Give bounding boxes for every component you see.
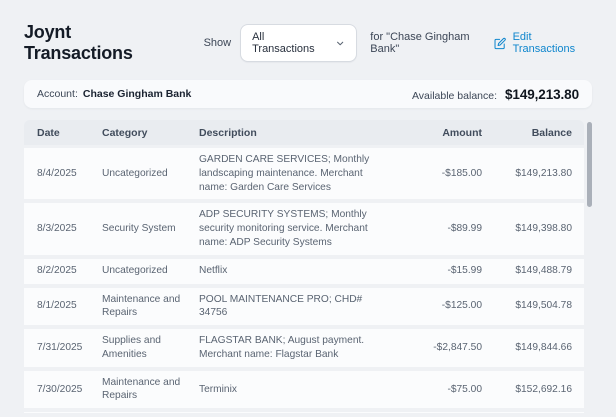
table-row[interactable]: 8/2/2025 Uncategorized Netflix -$15.99 $149,… [24,258,584,284]
table-row[interactable]: 8/4/2025 Uncategorized GARDEN CARE SERVICE… [24,148,584,200]
table-cell-date: 8/2/2025 [37,265,77,277]
table-cell-date: 8/3/2025 [37,223,77,235]
table-row[interactable]: 7/29/2025Trash RemovalWaste Management-$… [24,412,584,413]
table-cell-description: Netflix [199,265,228,277]
column-header-balance: Balance [531,126,572,139]
table-cell-description: POOL MAINTENANCE PRO; CHD# 34756 [199,293,363,319]
transactions-table: Date Category Description Amount Balance… [24,120,592,413]
table-cell-description: GARDEN CARE SERVICES; Monthly landscapin… [199,154,370,193]
table-cell-category: Uncategorized [102,167,168,179]
page-title: Joynt Transactions [24,22,133,63]
table-cell-date: 7/31/2025 [37,342,83,353]
show-label: Show [203,37,232,49]
page-header: Joynt Transactions Show All Transactions… [0,0,616,64]
account-summary-bar: Account: Chase Gingham Bank Available ba… [24,80,592,108]
table-cell-balance: $149,844.66 [515,342,572,353]
for-account-text: for "Chase Gingham Bank" [370,31,470,55]
table-cell-amount: -$15.99 [447,265,482,277]
table-cell-amount: -$89.99 [447,223,482,235]
table-body: 8/4/2025 Uncategorized GARDEN CARE SERVICE… [24,148,584,413]
table-cell-description: FLAGSTAR BANK; August payment. Merchant … [199,335,365,360]
table-cell-category: Security System [102,223,176,235]
table-cell-balance: $149,398.80 [515,223,572,235]
table-cell-amount: -$75.00 [447,383,482,395]
table-row[interactable]: 8/3/2025 Security System ADP SECURITY SYST… [24,203,584,255]
table-cell-category: Uncategorized [102,265,168,277]
table-cell-date: 7/30/2025 [37,383,83,395]
table-row[interactable]: 8/1/2025 Maintenance and Repairs POOL MAIN… [24,287,584,326]
table-header-row: Date Category Description Amount Balance [24,120,584,145]
chevron-down-icon [335,38,345,49]
column-header-category: Category [102,126,148,139]
table-cell-category: Supplies and Amenities [102,335,161,360]
table-scrollbar-thumb[interactable] [587,122,592,207]
transactions-filter-dropdown[interactable]: All Transactions [240,24,358,62]
account-label: Account: [37,88,78,100]
column-header-date: Date [37,126,60,139]
transactions-filter-selected-value: All Transactions [252,31,315,55]
table-row[interactable]: 7/31/2025 Supplies and Amenities FLAGSTAR … [24,329,584,367]
column-header-amount: Amount [442,126,482,139]
table-cell-category: Maintenance and Repairs [102,376,181,402]
table-cell-amount: -$185.00 [441,167,482,179]
table-cell-date: 8/4/2025 [37,167,77,179]
column-header-description: Description [199,126,257,139]
table-cell-balance: $152,692.16 [515,383,572,395]
table-cell-balance: $149,488.79 [515,265,572,277]
pencil-square-icon [494,37,507,50]
edit-transactions-label: Edit Transactions [512,31,576,55]
available-balance-label: Available balance: [411,89,498,102]
edit-transactions-link[interactable]: Edit Transactions [494,31,592,55]
table-cell-balance: $149,213.80 [515,167,572,179]
account-name: Chase Gingham Bank [82,88,192,100]
table-cell-amount: -$2,847.50 [433,342,482,353]
table-cell-category: Maintenance and Repairs [102,293,181,319]
table-cell-description: Terminix [199,383,237,395]
table-scrollbar-track[interactable] [586,120,592,413]
table-cell-balance: $149,504.78 [515,300,572,312]
table-cell-date: 8/1/2025 [37,300,77,312]
table-row[interactable]: 7/30/2025 Maintenance and Repairs Terminix… [24,370,584,409]
available-balance-value: $149,213.80 [505,86,579,102]
available-balance-group: Available balance: $149,213.80 [412,87,579,102]
table-cell-amount: -$125.00 [441,300,482,312]
table-cell-description: ADP SECURITY SYSTEMS; Monthly security m… [199,209,368,248]
